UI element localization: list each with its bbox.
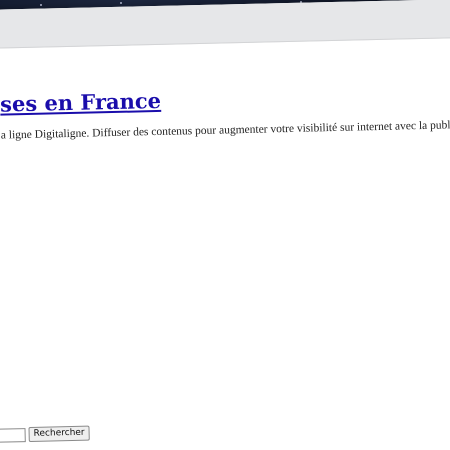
page-description: a ligne Digitaligne. Diffuser des conten… xyxy=(0,118,450,142)
page-title-link[interactable]: ses en France xyxy=(0,88,161,117)
search-form: Rechercher xyxy=(0,425,90,443)
browser-window: ses en France a ligne Digitaligne. Diffu… xyxy=(0,0,450,450)
search-button[interactable]: Rechercher xyxy=(28,425,90,443)
star xyxy=(40,4,42,6)
search-input[interactable] xyxy=(0,427,26,443)
star xyxy=(120,2,122,4)
browser-toolbar xyxy=(0,0,450,49)
desktop-background: ses en France a ligne Digitaligne. Diffu… xyxy=(0,0,450,450)
